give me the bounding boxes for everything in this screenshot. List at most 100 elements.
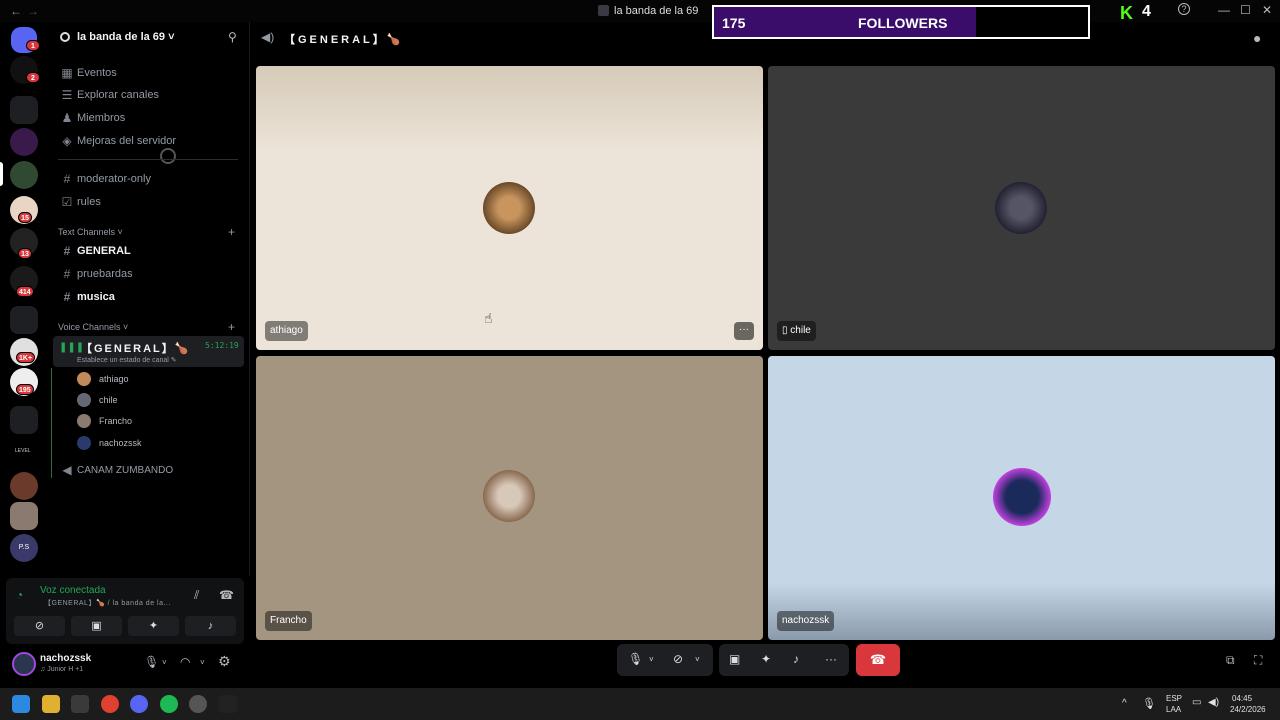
sidebar-item-label: Eventos bbox=[77, 67, 117, 79]
channel-rules[interactable]: ☑ rules bbox=[59, 192, 239, 212]
connection-signal-icon[interactable]: ◔ bbox=[16, 588, 23, 602]
channel-musica[interactable]: # musica bbox=[59, 287, 239, 307]
screen-share-icon[interactable]: ▣ bbox=[729, 652, 740, 666]
store-icon[interactable] bbox=[71, 695, 89, 713]
forward-button[interactable]: → bbox=[27, 4, 39, 18]
folder-icon[interactable] bbox=[10, 406, 38, 434]
voice-user-athiago[interactable]: athiago bbox=[77, 370, 129, 388]
voice-connected-subtitle[interactable]: 【GENERAL】🍗 / la banda de la... bbox=[44, 598, 171, 608]
chevron-down-icon[interactable]: ˅ bbox=[200, 658, 205, 667]
chevron-down-icon[interactable]: ˅ bbox=[695, 655, 700, 664]
disconnect-call-button[interactable]: ☎ bbox=[856, 644, 900, 676]
network-icon[interactable]: ▭ bbox=[1192, 697, 1201, 708]
voice-user-nachozssk[interactable]: nachozssk bbox=[77, 434, 142, 452]
chevron-down-icon[interactable]: ˅ bbox=[649, 655, 654, 664]
followers-current: 175 bbox=[722, 15, 746, 31]
voice-user-francho[interactable]: Francho bbox=[77, 412, 132, 430]
channel-status-prompt[interactable]: Establece un estado de canal ✎ bbox=[77, 356, 177, 364]
clock-date[interactable]: 24/2/2026 bbox=[1230, 705, 1266, 714]
chrome-icon[interactable] bbox=[101, 695, 119, 713]
pop-out-icon[interactable]: ⧉ bbox=[1226, 653, 1235, 668]
voice-channel-canam[interactable]: ◀ CANAM ZUMBANDO bbox=[59, 460, 239, 480]
invite-people-icon[interactable]: ⚲ bbox=[228, 30, 237, 44]
help-button[interactable]: ? bbox=[1178, 3, 1190, 15]
chat-bubble-icon[interactable]: ● bbox=[1253, 30, 1261, 46]
back-button[interactable]: ← bbox=[10, 4, 22, 18]
chevron-down-icon[interactable]: ˅ bbox=[162, 658, 167, 667]
close-button[interactable]: ✕ bbox=[1262, 3, 1272, 17]
windows-start-icon[interactable] bbox=[12, 695, 30, 713]
volume-icon[interactable]: ◀) bbox=[1208, 697, 1219, 708]
divider bbox=[58, 159, 238, 160]
soundboard-button[interactable]: ♪ bbox=[185, 616, 236, 636]
activities-button[interactable]: ✦ bbox=[128, 616, 179, 636]
fullscreen-icon[interactable]: ⛶ bbox=[1254, 653, 1262, 668]
voice-channel-timer: 5:12:19 bbox=[205, 341, 239, 350]
sidebar-item-eventos[interactable]: ▦ Eventos bbox=[59, 63, 239, 83]
video-tile-chile[interactable]: ▯ chile bbox=[768, 66, 1275, 350]
sidebar-item-explorar[interactable]: ☰ Explorar canales bbox=[59, 85, 239, 105]
server-icon[interactable] bbox=[10, 161, 38, 189]
channel-general[interactable]: # GENERAL bbox=[59, 241, 239, 261]
more-options-button[interactable]: ··· bbox=[734, 322, 754, 340]
badge: 1 bbox=[26, 40, 40, 51]
clock-time[interactable]: 04:45 bbox=[1232, 694, 1252, 703]
sidebar-item-mejoras[interactable]: ◈ Mejoras del servidor bbox=[59, 131, 239, 151]
avatar bbox=[993, 468, 1051, 526]
video-tile-athiago[interactable]: athiago ··· ☝ bbox=[256, 66, 763, 350]
add-text-channel-icon[interactable]: + bbox=[228, 225, 235, 239]
maximize-button[interactable]: ☐ bbox=[1240, 3, 1251, 17]
folder-icon[interactable] bbox=[10, 306, 38, 334]
activities-icon[interactable]: ✦ bbox=[761, 652, 771, 666]
headphones-icon[interactable]: ◠ bbox=[180, 655, 190, 669]
microphone-tray-icon[interactable]: 🎙 bbox=[1142, 697, 1156, 710]
soundboard-icon[interactable]: ♪ bbox=[793, 652, 799, 666]
screen-share-button[interactable]: ▣ bbox=[71, 616, 122, 636]
server-icon[interactable] bbox=[10, 472, 38, 500]
noise-suppression-icon[interactable]: ⫽ bbox=[194, 588, 199, 603]
language-bottom[interactable]: LAA bbox=[1166, 705, 1181, 714]
disconnect-icon[interactable]: ☎ bbox=[219, 588, 234, 602]
camera-off-button[interactable]: ⊘ bbox=[14, 616, 65, 636]
category-text-channels[interactable]: Text Channels ˅ bbox=[58, 227, 123, 237]
add-voice-channel-icon[interactable]: + bbox=[228, 320, 235, 334]
sidebar-item-miembros[interactable]: ♟ Miembros bbox=[59, 108, 239, 128]
file-explorer-icon[interactable] bbox=[42, 695, 60, 713]
epic-games-icon[interactable] bbox=[219, 695, 237, 713]
avatar[interactable] bbox=[12, 652, 36, 676]
hash-icon: # bbox=[63, 290, 71, 304]
more-icon[interactable]: ··· bbox=[825, 652, 837, 666]
language-top[interactable]: ESP bbox=[1166, 694, 1182, 703]
channel-label: moderator-only bbox=[77, 173, 151, 185]
channel-label: pruebardas bbox=[77, 268, 133, 280]
microphone-icon[interactable]: 🎙 bbox=[144, 655, 159, 669]
channel-moderator-only[interactable]: # moderator-only bbox=[59, 169, 239, 189]
minimize-button[interactable]: — bbox=[1218, 3, 1230, 17]
server-ps-icon[interactable]: P.S bbox=[10, 534, 38, 562]
server-icon[interactable] bbox=[10, 128, 38, 156]
folder-icon[interactable] bbox=[10, 96, 38, 124]
voice-user-chile[interactable]: chile bbox=[77, 391, 118, 409]
server-icon[interactable] bbox=[10, 502, 38, 530]
channel-label: rules bbox=[77, 196, 101, 208]
channel-label: CANAM ZUMBANDO bbox=[77, 464, 174, 476]
spotify-icon[interactable] bbox=[160, 695, 178, 713]
category-voice-channels[interactable]: Voice Channels ˅ bbox=[58, 322, 128, 332]
video-tile-francho[interactable]: Francho bbox=[256, 356, 763, 640]
discord-icon[interactable] bbox=[130, 695, 148, 713]
cursor-hand-icon: ☝ bbox=[484, 310, 493, 326]
video-tile-nachozssk[interactable]: nachozssk bbox=[768, 356, 1275, 640]
voice-connected-title: Voz conectada bbox=[40, 585, 106, 596]
avatar bbox=[77, 372, 91, 386]
gear-icon[interactable]: ⚙ bbox=[218, 653, 231, 670]
selected-indicator bbox=[0, 162, 3, 186]
channel-pruebardas[interactable]: # pruebardas bbox=[59, 264, 239, 284]
server-icon bbox=[598, 5, 609, 16]
sidebar-item-label: Explorar canales bbox=[77, 89, 159, 101]
voice-channel-general[interactable]: ❚❚❚ 【GENERAL】🍗 5:12:19 Establece un esta… bbox=[53, 336, 244, 367]
app-icon[interactable] bbox=[189, 695, 207, 713]
microphone-icon[interactable]: 🎙 bbox=[628, 652, 643, 666]
tray-chevron-icon[interactable]: ^ bbox=[1122, 698, 1127, 709]
camera-off-icon[interactable]: ⊘ bbox=[673, 652, 683, 666]
server-header[interactable]: la banda de la 69 ˅ ⚲ bbox=[48, 22, 250, 54]
